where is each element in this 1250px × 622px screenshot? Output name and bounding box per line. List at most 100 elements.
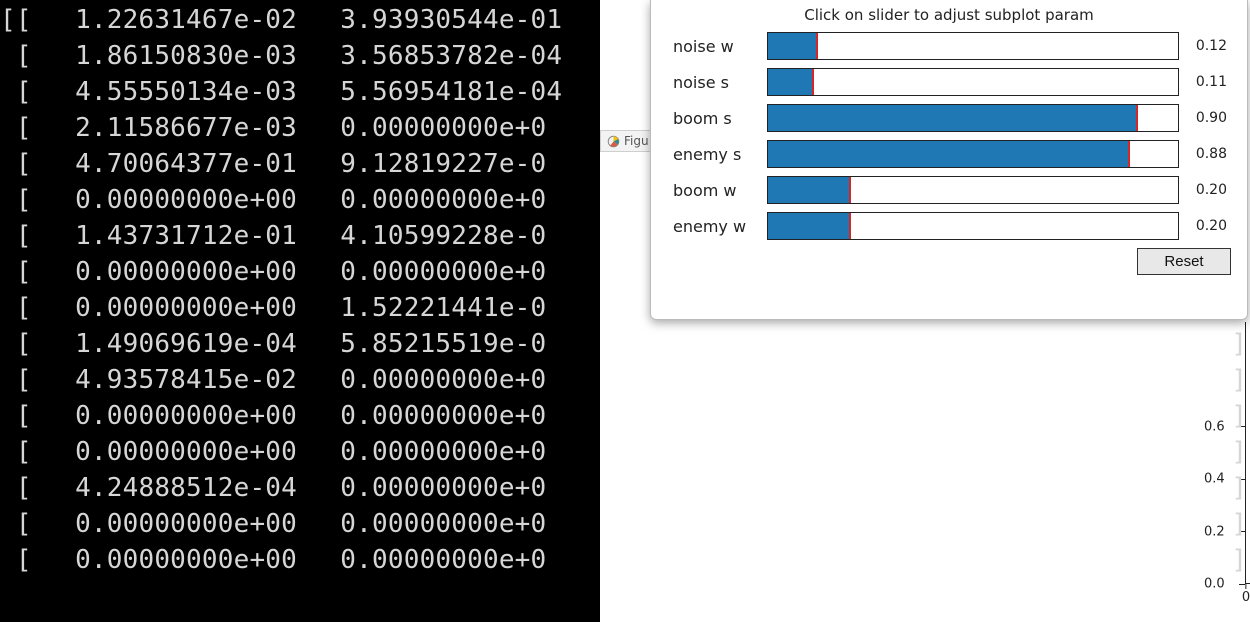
slider-list: noise w 0.12 noise s 0.11 boom s 0.90 enemy s 0…: [667, 32, 1231, 240]
slider-label: enemy w: [667, 217, 767, 236]
cell-col2: 3.93930544e-01: [340, 2, 596, 38]
slider-track[interactable]: [767, 140, 1179, 168]
cell-col1: 4.55550134e-03: [39, 74, 297, 110]
row-prefix: [: [0, 74, 39, 110]
slider-value: 0.20: [1179, 182, 1231, 198]
cell-col2: 0.00000000e+0: [340, 542, 596, 578]
cell-col2: 3.56853782e-04: [340, 38, 596, 74]
slider-value: 0.20: [1179, 218, 1231, 234]
row-prefix: [: [0, 290, 39, 326]
y-tick: 0.6: [1204, 419, 1225, 434]
row-prefix: [: [0, 38, 39, 74]
cell-col2: 0.00000000e+0: [340, 470, 596, 506]
cell-col2: 5.56954181e-04: [340, 74, 596, 110]
cell-col1: 0.00000000e+00: [39, 506, 297, 542]
slider-track[interactable]: [767, 212, 1179, 240]
slider-boom-w: boom w0.20: [667, 176, 1231, 204]
cell-col2: 0.00000000e+0: [340, 362, 596, 398]
figure-window-titlebar: Figu: [600, 130, 656, 152]
slider-enemy-w: enemy w 0.20: [667, 212, 1231, 240]
slider-fill: [768, 213, 850, 239]
slider-handle[interactable]: [1128, 141, 1130, 167]
terminal-row: [[1.22631467e-02 3.93930544e-01: [0, 2, 596, 38]
slider-fill: [768, 69, 813, 95]
slider-enemy-s: enemy s 0.88: [667, 140, 1231, 168]
cell-col1: 0.00000000e+00: [39, 182, 297, 218]
terminal-row: [1.43731712e-014.10599228e-0: [0, 218, 596, 254]
matplotlib-icon: [607, 135, 620, 148]
cell-col2: 0.00000000e+0: [340, 110, 596, 146]
terminal-row: [0.00000000e+000.00000000e+0: [0, 506, 596, 542]
cell-col2: 5.85215519e-0: [340, 326, 596, 362]
terminal-row: [4.93578415e-02 0.00000000e+0: [0, 362, 596, 398]
cell-col1: 0.00000000e+00: [39, 434, 297, 470]
terminal-row: [4.55550134e-03 5.56954181e-04: [0, 74, 596, 110]
cell-col1: 0.00000000e+00: [39, 398, 297, 434]
slider-panel-title: Click on slider to adjust subplot param: [667, 6, 1231, 24]
slider-track[interactable]: [767, 68, 1179, 96]
slider-handle[interactable]: [849, 213, 851, 239]
terminal-row: [0.00000000e+001.52221441e-0: [0, 290, 596, 326]
row-prefix: [: [0, 110, 39, 146]
row-prefix: [: [0, 182, 39, 218]
y-tick: 0.0: [1204, 577, 1225, 592]
slider-value: 0.90: [1179, 110, 1231, 126]
slider-value: 0.11: [1179, 74, 1231, 90]
slider-handle[interactable]: [1136, 105, 1138, 131]
slider-label: noise w: [667, 37, 767, 56]
slider-handle[interactable]: [816, 33, 818, 59]
row-prefix: [: [0, 146, 39, 182]
row-prefix: [: [0, 254, 39, 290]
slider-panel: Click on slider to adjust subplot param …: [650, 0, 1248, 320]
cell-col1: 1.49069619e-04: [39, 326, 297, 362]
cell-col2: 0.00000000e+0: [340, 182, 596, 218]
row-prefix: [[: [0, 2, 39, 38]
cell-col1: 2.11586677e-03: [39, 110, 297, 146]
cell-col1: 0.00000000e+00: [39, 542, 297, 578]
terminal-output: [[1.22631467e-023.93930544e-01 [1.861508…: [0, 0, 600, 622]
y-tick: 0.2: [1204, 524, 1225, 539]
slider-track[interactable]: [767, 176, 1179, 204]
reset-button[interactable]: Reset: [1137, 248, 1231, 275]
row-prefix: [: [0, 218, 39, 254]
terminal-row: [1.86150830e-03 3.56853782e-04: [0, 38, 596, 74]
terminal-row: [4.24888512e-040.00000000e+0: [0, 470, 596, 506]
slider-noise-s: noise s 0.11: [667, 68, 1231, 96]
cell-col2: 0.00000000e+0: [340, 506, 596, 542]
slider-value: 0.88: [1179, 146, 1231, 162]
cell-col2: 0.00000000e+0: [340, 254, 596, 290]
slider-track[interactable]: [767, 104, 1179, 132]
cell-col1: 4.24888512e-04: [39, 470, 297, 506]
cell-col2: 9.12819227e-0: [340, 146, 596, 182]
slider-fill: [768, 105, 1137, 131]
figure-window-title: Figu: [624, 134, 649, 148]
slider-value: 0.12: [1179, 38, 1231, 54]
row-prefix: [: [0, 362, 39, 398]
cell-col1: 1.86150830e-03: [39, 38, 297, 74]
terminal-row: [0.00000000e+000.00000000e+0: [0, 254, 596, 290]
cell-col1: 4.93578415e-02: [39, 362, 297, 398]
cell-col1: 4.70064377e-01: [39, 146, 297, 182]
slider-label: noise s: [667, 73, 767, 92]
cell-col1: 1.43731712e-01: [39, 218, 297, 254]
slider-boom-s: boom s 0.90: [667, 104, 1231, 132]
slider-handle[interactable]: [812, 69, 814, 95]
cell-col1: 1.22631467e-02: [39, 2, 297, 38]
cell-col2: 0.00000000e+0: [340, 398, 596, 434]
terminal-row: [0.00000000e+00 0.00000000e+0: [0, 398, 596, 434]
slider-track[interactable]: [767, 32, 1179, 60]
terminal-row: [1.49069619e-04 5.85215519e-0: [0, 326, 596, 362]
slider-label: boom s: [667, 109, 767, 128]
cell-col2: 1.52221441e-0: [340, 290, 596, 326]
row-prefix: [: [0, 326, 39, 362]
row-prefix: [: [0, 398, 39, 434]
slider-handle[interactable]: [849, 177, 851, 203]
terminal-row: [4.70064377e-01 9.12819227e-0: [0, 146, 596, 182]
row-prefix: [: [0, 434, 39, 470]
terminal-row: [0.00000000e+000.00000000e+0: [0, 434, 596, 470]
slider-fill: [768, 33, 817, 59]
slider-label: enemy s: [667, 145, 767, 164]
y-tick: 0.4: [1204, 472, 1225, 487]
terminal-row: [0.00000000e+000.00000000e+0: [0, 542, 596, 578]
right-bracket-column: ] ] ] ] ] ] ]: [1231, 326, 1247, 578]
